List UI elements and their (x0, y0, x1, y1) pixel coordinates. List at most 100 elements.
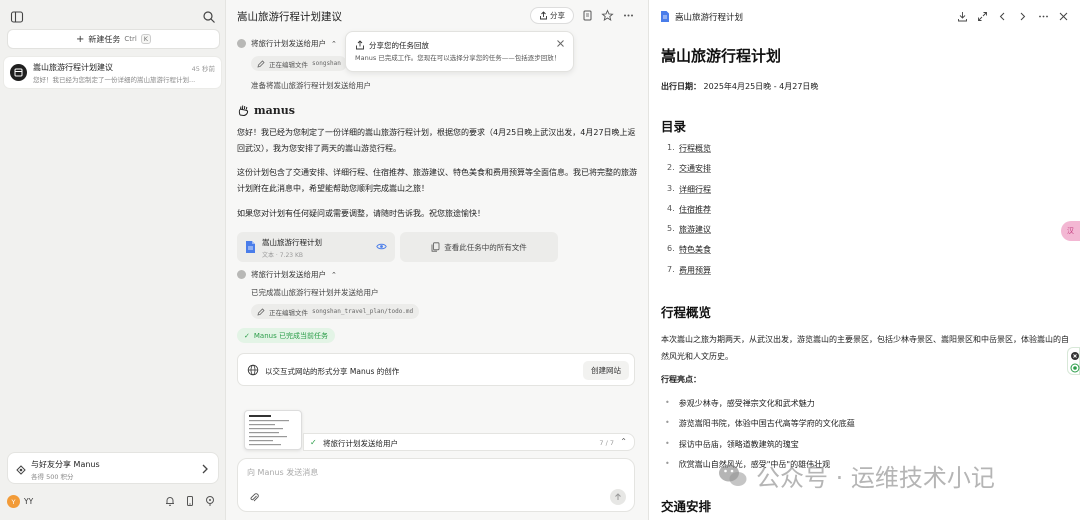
bell-icon[interactable] (164, 495, 176, 507)
list-item: • 欣赏嵩山自然风光，感受"中岳"的雄伟壮观 (665, 459, 855, 479)
expand-icon[interactable] (977, 11, 988, 22)
chevron-up-icon[interactable]: ⌃ (620, 437, 627, 446)
toc-num: 3. (667, 183, 675, 193)
toc-link[interactable]: 交通安排 (679, 163, 711, 174)
create-website-card: 以交互式网站的形式分享 Manus 的创作 创建网站 (237, 353, 635, 386)
step-status-icon (237, 39, 246, 48)
toc-item[interactable]: 7. 费用预算 (667, 265, 711, 285)
toc-heading: 目录 (661, 119, 687, 134)
table-of-contents: 1. 行程概览 2. 交通安排 3. 详细行程 4. 住宿推荐 5. 旅游建议 6. 特色美… (667, 143, 711, 285)
step-note: 已完成嵩山旅游行程计划并发送给用户 (251, 288, 379, 297)
document-icon (245, 240, 256, 254)
translate-side-tab[interactable]: 汉 (1061, 221, 1080, 241)
close-icon[interactable] (556, 39, 565, 48)
view-all-files-button[interactable]: 查看此任务中的所有文件 (400, 232, 558, 262)
manus-hand-icon (238, 105, 249, 117)
create-website-button[interactable]: 创建网站 (583, 361, 629, 380)
share-with-friends-card[interactable]: 与好友分享 Manus 各得 500 积分 (7, 452, 219, 484)
toc-num: 6. (667, 244, 675, 254)
step-status-icon (237, 270, 246, 279)
chat-title: 嵩山旅游行程计划建议 (237, 11, 342, 23)
message-input[interactable]: 向 Manus 发送消息 (247, 467, 318, 478)
more-icon[interactable] (1038, 11, 1049, 22)
date-label: 出行日期： (661, 82, 701, 91)
toc-link[interactable]: 特色美食 (679, 244, 711, 255)
share-icon (355, 40, 365, 50)
new-task-button[interactable]: + 新建任务 Ctrl K (7, 29, 220, 49)
toc-link[interactable]: 旅游建议 (679, 224, 711, 235)
attached-file-card[interactable]: 嵩山旅游行程计划 文本 · 7.23 KB (237, 232, 395, 262)
search-icon[interactable] (202, 10, 216, 24)
message-input-box[interactable]: 向 Manus 发送消息 (237, 458, 635, 512)
task-progress-bar[interactable]: ✓ 将旅行计划发送给用户 7 / 7 ⌃ (303, 433, 635, 451)
document-panel: 嵩山旅游行程计划 嵩山旅游行程计划 出行日期： 2025年4月25日晚 - 4月… (648, 0, 1080, 520)
editing-file-chip[interactable]: 正在编辑文件 songshan (251, 56, 347, 71)
phone-icon[interactable] (184, 495, 196, 507)
reply-paragraph-3: 如果您对计划有任何疑问或需要调整，请随时告诉我。祝您旅途愉快！ (237, 209, 485, 218)
step-header-2[interactable]: 将旅行计划发送给用户 ⌃ (237, 269, 337, 280)
editing-file-chip[interactable]: 正在编辑文件 songshan_travel_plan/todo.md (251, 304, 420, 319)
user-name[interactable]: YY (24, 497, 33, 506)
overview-text: 本次嵩山之旅为期两天，从武汉出发，游览嵩山的主要景区，包括少林寺景区、嵩阳景区和… (661, 335, 1069, 361)
highlight-text: 欣赏嵩山自然风光，感受"中岳"的雄伟壮观 (678, 459, 831, 469)
toc-link[interactable]: 详细行程 (679, 184, 711, 195)
task-avatar (10, 64, 27, 81)
list-item: • 游览嵩阳书院，体验中国古代高等学府的文化底蕴 (665, 418, 855, 438)
user-avatar[interactable]: Y (7, 495, 20, 508)
location-icon[interactable] (204, 495, 216, 507)
toc-item[interactable]: 4. 住宿推荐 (667, 204, 711, 224)
reply-paragraph-2: 这份计划包含了交通安排、详细行程、住宿推荐、旅游建议、特色美食和费用预算等全面信… (237, 168, 637, 193)
toc-link[interactable]: 费用预算 (679, 265, 711, 276)
share-title: 与好友分享 Manus (31, 460, 100, 469)
transport-heading: 交通安排 (661, 499, 712, 514)
toc-item[interactable]: 6. 特色美食 (667, 244, 711, 264)
task-list-item[interactable]: 嵩山旅游行程计划建议 45 秒前 您好！我已经为您制定了一份详细的嵩山旅游行程计… (4, 57, 221, 88)
chevron-up-icon: ⌃ (331, 39, 337, 48)
chat-panel: 嵩山旅游行程计划建议 分享 将旅行计划发送给用户 ⌃ 正在编辑文件 songsh… (227, 0, 647, 520)
copy-icon[interactable] (581, 9, 594, 22)
arrow-up-icon (615, 493, 621, 500)
sidebar-toggle-icon[interactable] (10, 10, 24, 24)
step-header-1[interactable]: 将旅行计划发送给用户 ⌃ (237, 38, 337, 49)
notification-body: Manus 已完成工作。您现在可以选择分享您的任务——包括逐步回放！ (355, 54, 561, 62)
toc-item[interactable]: 2. 交通安排 (667, 163, 711, 183)
complete-label: Manus 已完成当前任务 (253, 331, 328, 340)
toc-num: 4. (667, 203, 675, 213)
brand-name: manus (254, 104, 295, 117)
side-tools[interactable] (1067, 347, 1080, 375)
star-icon[interactable] (601, 9, 614, 22)
share-button[interactable]: 分享 (530, 7, 574, 24)
edit-icon (257, 307, 265, 316)
notification-title: 分享您的任务回放 (369, 41, 429, 50)
toc-item[interactable]: 1. 行程概览 (667, 143, 711, 163)
paperclip-icon[interactable] (249, 492, 259, 503)
toc-item[interactable]: 3. 详细行程 (667, 184, 711, 204)
send-button[interactable] (610, 489, 626, 505)
file-meta: 文本 · 7.23 KB (262, 252, 304, 259)
check-icon: ✓ (244, 331, 250, 340)
plus-icon: + (75, 33, 85, 45)
more-icon[interactable] (622, 9, 635, 22)
document-title: 嵩山旅游行程计划 (661, 47, 782, 65)
chevron-right-icon[interactable] (1017, 11, 1028, 22)
close-icon[interactable] (1058, 11, 1069, 22)
toc-link[interactable]: 住宿推荐 (679, 204, 711, 215)
chip-path: songshan (312, 60, 341, 67)
document-icon (660, 10, 670, 23)
share-label: 分享 (550, 11, 565, 20)
task-title: 嵩山旅游行程计划建议 (33, 63, 113, 72)
sidebar: + 新建任务 Ctrl K 嵩山旅游行程计划建议 45 秒前 您好！我已经为您制… (0, 0, 226, 520)
highlights-heading: 行程亮点： (661, 375, 701, 384)
toc-num: 2. (667, 163, 675, 173)
toc-link[interactable]: 行程概览 (679, 143, 711, 154)
toc-item[interactable]: 5. 旅游建议 (667, 224, 711, 244)
chevron-left-icon[interactable] (997, 11, 1008, 22)
edit-icon (257, 59, 265, 68)
download-icon[interactable] (957, 11, 968, 22)
share-icon (540, 11, 547, 20)
eye-icon[interactable] (376, 242, 387, 251)
computer-preview-thumbnail[interactable] (244, 410, 302, 450)
chip-prefix: 正在编辑文件 (269, 60, 308, 69)
check-icon: ✓ (310, 438, 317, 447)
reply-paragraph-1: 您好！我已经为您制定了一份详细的嵩山旅游行程计划，根据您的要求（4月25日晚上武… (237, 128, 636, 153)
